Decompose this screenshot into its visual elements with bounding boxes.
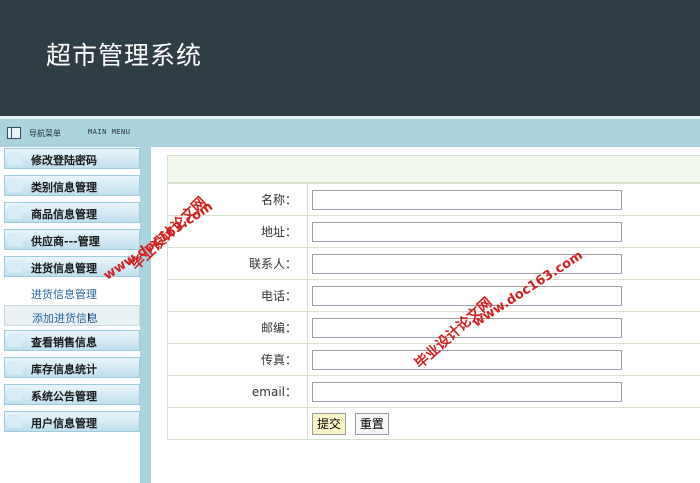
sidebar-item-user-management[interactable]: 用户信息管理 bbox=[4, 411, 140, 432]
nav-bar: 导航菜单 MAIN MENU bbox=[0, 119, 700, 147]
sidebar-item-purchase-management[interactable]: 进货信息管理 bbox=[4, 256, 140, 277]
main-content: 名称： 地址： 联系人： 电话： 邮编： 传真： email： 提交 重置 bbox=[151, 147, 700, 483]
form-row-name: 名称： bbox=[167, 183, 700, 216]
field-label: 传真： bbox=[167, 343, 308, 376]
form-row-postcode: 邮编： bbox=[167, 311, 700, 344]
app-header: 超市管理系统 bbox=[0, 0, 700, 116]
submit-button[interactable]: 提交 bbox=[312, 412, 347, 435]
field-label: 联系人： bbox=[167, 247, 308, 280]
sidebar-item-label: 库存信息统计 bbox=[31, 363, 97, 376]
fax-input[interactable] bbox=[312, 349, 622, 370]
sidebar-subitem-purchase-list[interactable]: 进货信息管理 bbox=[4, 282, 140, 303]
form-row-email: email： bbox=[167, 375, 700, 408]
sidebar-item-inventory-stats[interactable]: 库存信息统计 bbox=[4, 357, 140, 378]
sidebar-item-product-management[interactable]: 商品信息管理 bbox=[4, 202, 140, 223]
text-cursor-icon: Ⅰ bbox=[87, 311, 91, 324]
field-label: email： bbox=[167, 375, 308, 408]
sidebar-subitem-label: 进货信息管理 bbox=[31, 288, 97, 301]
nav-title-english: MAIN MENU bbox=[88, 128, 131, 136]
sidebar-item-change-password[interactable]: 修改登陆密码 bbox=[4, 148, 140, 169]
sidebar-subitem-add-purchase[interactable]: 添加进货信息 Ⅰ bbox=[4, 305, 140, 326]
sidebar-item-label: 类别信息管理 bbox=[31, 181, 97, 194]
nav-title: 导航菜单 bbox=[29, 129, 61, 138]
form-row-address: 地址： bbox=[167, 215, 700, 248]
sidebar-item-label: 修改登陆密码 bbox=[31, 154, 97, 167]
menu-icon bbox=[7, 127, 21, 139]
field-label: 名称： bbox=[167, 183, 308, 216]
form-row-contact: 联系人： bbox=[167, 247, 700, 280]
sidebar-divider bbox=[140, 147, 151, 483]
field-label: 邮编： bbox=[167, 311, 308, 344]
field-label: 地址： bbox=[167, 215, 308, 248]
supplier-form: 名称： 地址： 联系人： 电话： 邮编： 传真： email： 提交 重置 bbox=[167, 183, 700, 440]
address-input[interactable] bbox=[312, 221, 622, 242]
reset-button[interactable]: 重置 bbox=[354, 412, 389, 435]
form-header-bar bbox=[167, 155, 700, 183]
sidebar-item-label: 商品信息管理 bbox=[31, 208, 97, 221]
sidebar-item-category-management[interactable]: 类别信息管理 bbox=[4, 175, 140, 196]
sidebar-item-label: 进货信息管理 bbox=[31, 262, 97, 275]
email-input[interactable] bbox=[312, 381, 622, 402]
phone-input[interactable] bbox=[312, 285, 622, 306]
postcode-input[interactable] bbox=[312, 317, 622, 338]
sidebar-item-label: 系统公告管理 bbox=[31, 390, 97, 403]
sidebar-item-supplier-management[interactable]: 供应商---管理 bbox=[4, 229, 140, 250]
form-row-fax: 传真： bbox=[167, 343, 700, 376]
form-row-phone: 电话： bbox=[167, 279, 700, 312]
sidebar-item-sales-info[interactable]: 查看销售信息 bbox=[4, 330, 140, 351]
app-title: 超市管理系统 bbox=[46, 41, 203, 70]
name-input[interactable] bbox=[312, 189, 622, 210]
form-row-actions: 提交 重置 bbox=[167, 407, 700, 440]
sidebar-item-label: 供应商---管理 bbox=[31, 235, 100, 248]
sidebar-item-label: 查看销售信息 bbox=[31, 336, 97, 349]
sidebar-item-label: 用户信息管理 bbox=[31, 417, 97, 430]
sidebar-item-announcement-management[interactable]: 系统公告管理 bbox=[4, 384, 140, 405]
contact-input[interactable] bbox=[312, 253, 622, 274]
field-label: 电话： bbox=[167, 279, 308, 312]
